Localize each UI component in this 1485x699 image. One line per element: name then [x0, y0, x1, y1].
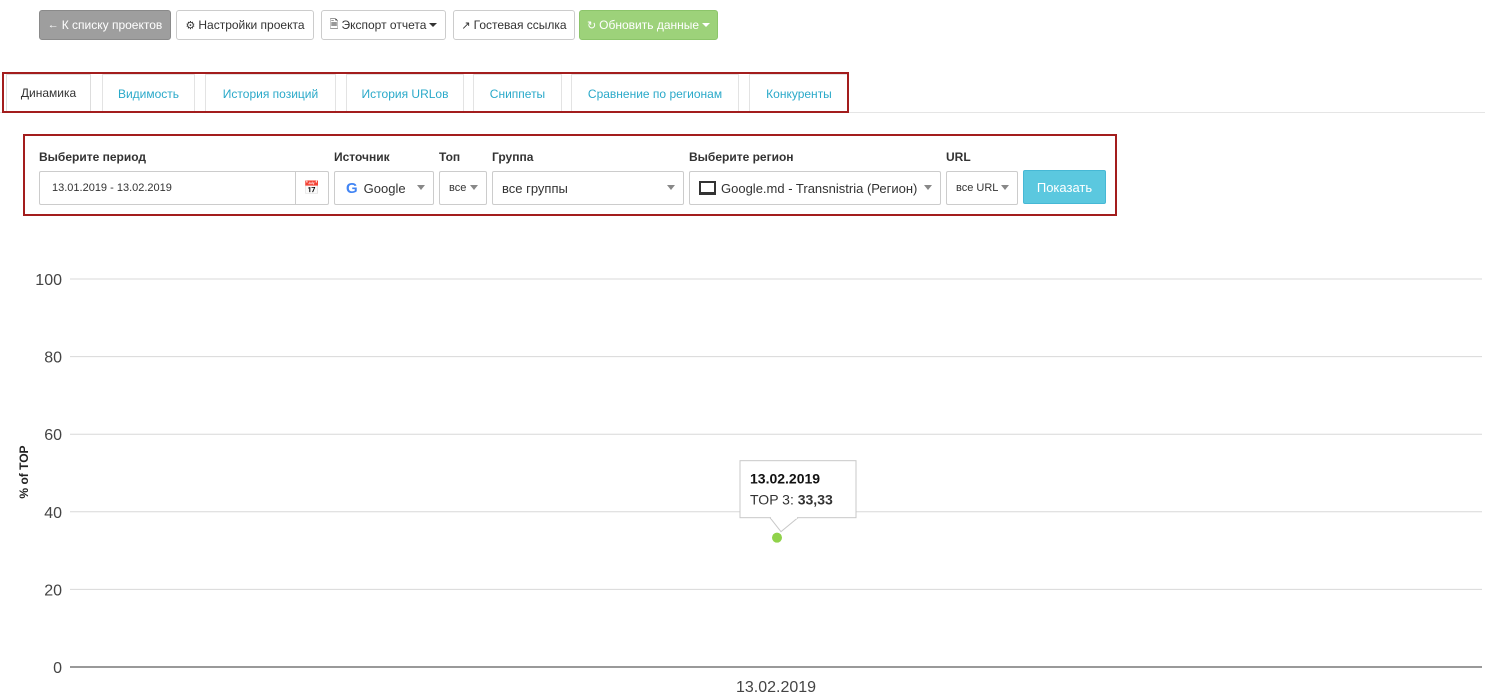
guest-link-label: Гостевая ссылка — [473, 18, 567, 32]
tooltip-pointer — [768, 517, 800, 533]
project-settings-button[interactable]: ⚙ Настройки проекта — [176, 10, 314, 40]
chart-points — [772, 532, 782, 543]
chevron-down-icon — [470, 185, 478, 190]
top-label: Топ — [439, 150, 461, 164]
y-tick-label: 20 — [44, 582, 62, 599]
calendar-icon[interactable]: 📅 — [295, 172, 328, 204]
y-axis-label: % of TOP — [17, 445, 31, 498]
x-axis-ticks: 13.02.2019 — [736, 679, 816, 696]
caret-down-icon — [429, 23, 438, 27]
source-value: Google — [363, 180, 406, 196]
back-to-projects-label: К списку проектов — [61, 18, 163, 32]
export-report-button[interactable]: 🗎 Экспорт отчета — [321, 10, 446, 40]
excel-file-icon: 🗎 — [329, 18, 339, 31]
refresh-icon: ↻ — [586, 19, 597, 32]
y-tick-label: 0 — [53, 660, 62, 677]
refresh-data-label: Обновить данные — [599, 18, 700, 32]
refresh-data-button[interactable]: ↻ Обновить данные — [579, 10, 718, 40]
tooltip-seam — [771, 516, 797, 519]
period-label: Выберите период — [39, 150, 147, 164]
group-label: Группа — [492, 150, 534, 164]
region-value: Google.md - Transnistria (Регион) — [721, 180, 918, 196]
caret-down-icon — [702, 23, 711, 27]
tooltip-value: 33,33 — [798, 492, 833, 508]
guest-link-button[interactable]: ↗ Гостевая ссылка — [453, 10, 575, 40]
period-value: 13.01.2019 - 13.02.2019 — [52, 182, 172, 194]
url-select[interactable]: все URL — [946, 171, 1018, 205]
group-value: все группы — [502, 180, 568, 196]
y-tick-label: 60 — [44, 427, 62, 444]
google-icon: G — [346, 179, 358, 197]
top-select[interactable]: все — [439, 171, 487, 205]
group-select[interactable]: все группы — [492, 171, 684, 205]
chart-tooltip: 13.02.2019 TOP 3: 33,33 — [739, 460, 857, 533]
tabs-highlight-frame — [2, 72, 849, 113]
y-axis-ticks: 0 20 40 60 80 100 — [35, 272, 62, 677]
top-percentage-chart: 0 20 40 60 80 100 % of TOP 13.02.2019 13.02.2… — [17, 272, 1482, 696]
y-tick-label: 80 — [44, 350, 62, 367]
y-tick-label: 100 — [35, 272, 62, 289]
external-link-icon: ↗ — [461, 19, 471, 32]
source-select[interactable]: G Google — [334, 171, 434, 205]
url-label: URL — [946, 150, 971, 164]
arrow-left-icon: ← — [47, 19, 59, 31]
data-point[interactable] — [772, 532, 782, 543]
region-label: Выберите регион — [689, 150, 794, 164]
source-label: Источник — [334, 150, 390, 164]
tooltip-value-line: TOP 3: 33,33 — [750, 492, 833, 508]
show-button[interactable]: Показать — [1023, 170, 1106, 204]
x-tick-label: 13.02.2019 — [736, 679, 816, 696]
tooltip-separator: : — [790, 492, 798, 508]
url-value: все URL — [956, 182, 999, 194]
tooltip-series-name: TOP 3 — [750, 492, 790, 508]
gear-icon: ⚙ — [185, 19, 196, 32]
y-tick-label: 40 — [44, 505, 62, 522]
top-value: все — [449, 182, 467, 194]
export-report-label: Экспорт отчета — [341, 18, 427, 32]
chevron-down-icon — [667, 185, 675, 190]
show-button-label: Показать — [1036, 179, 1093, 195]
chevron-down-icon — [1001, 185, 1009, 190]
project-settings-label: Настройки проекта — [198, 18, 305, 32]
chevron-down-icon — [417, 185, 425, 190]
period-field[interactable]: 13.01.2019 - 13.02.2019 📅 — [39, 171, 329, 205]
desktop-icon — [699, 181, 716, 195]
back-to-projects-button[interactable]: ← К списку проектов — [39, 10, 171, 40]
chevron-down-icon — [924, 185, 932, 190]
region-select[interactable]: Google.md - Transnistria (Регион) — [689, 171, 941, 205]
tooltip-date: 13.02.2019 — [750, 471, 820, 487]
tooltip-box — [739, 460, 857, 519]
